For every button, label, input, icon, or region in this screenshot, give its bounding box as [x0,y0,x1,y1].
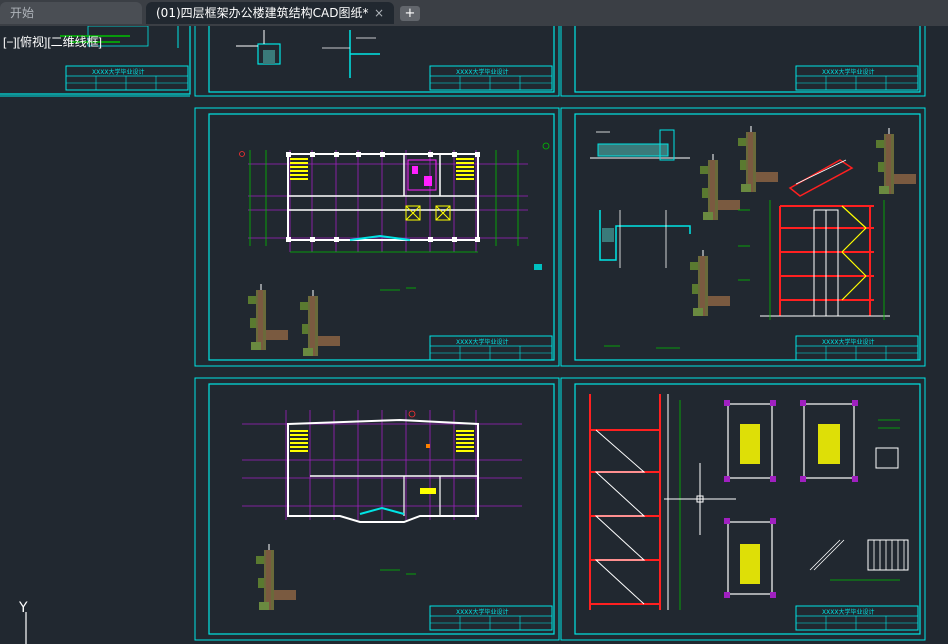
sheet-frames [0,26,926,641]
crosshair-cursor [664,463,736,535]
title-blocks [65,65,919,631]
floor-plan-1 [239,142,550,357]
tab-start-label: 开始 [10,6,35,20]
tab-start[interactable]: 开始 [0,2,142,24]
title-block-text: XXXX大学毕业设计 [822,68,874,76]
ucs-icon: Y [18,600,28,644]
viewport-controls-label[interactable]: [−][俯视][二维线框] [3,33,102,50]
drawing-canvas[interactable]: XXXX大学毕业设计 XXXX大学毕业设计 XXXX大学毕业设计 XXXX大学毕… [0,26,948,644]
new-tab-button[interactable]: + [400,6,420,21]
title-block-text: XXXX大学毕业设计 [822,608,874,616]
file-tab-bar: 开始 (01)四层框架办公楼建筑结构CAD图纸* × + [0,0,948,26]
tab-document-label: (01)四层框架办公楼建筑结构CAD图纸* [156,6,369,20]
section-details [590,125,917,349]
title-block-text: XXXX大学毕业设计 [456,338,508,346]
floor-plan-2 [242,410,522,611]
title-block-text: XXXX大学毕业设计 [822,338,874,346]
title-block-text: XXXX大学毕业设计 [456,68,508,76]
close-icon[interactable]: × [374,2,384,24]
top-middle-detail [236,30,380,78]
tab-document[interactable]: (01)四层框架办公楼建筑结构CAD图纸* × [146,2,394,24]
title-block-text: XXXX大学毕业设计 [92,68,144,76]
title-block-text: XXXX大学毕业设计 [456,608,508,616]
stair-details [589,394,909,610]
ucs-y-label: Y [18,600,28,616]
